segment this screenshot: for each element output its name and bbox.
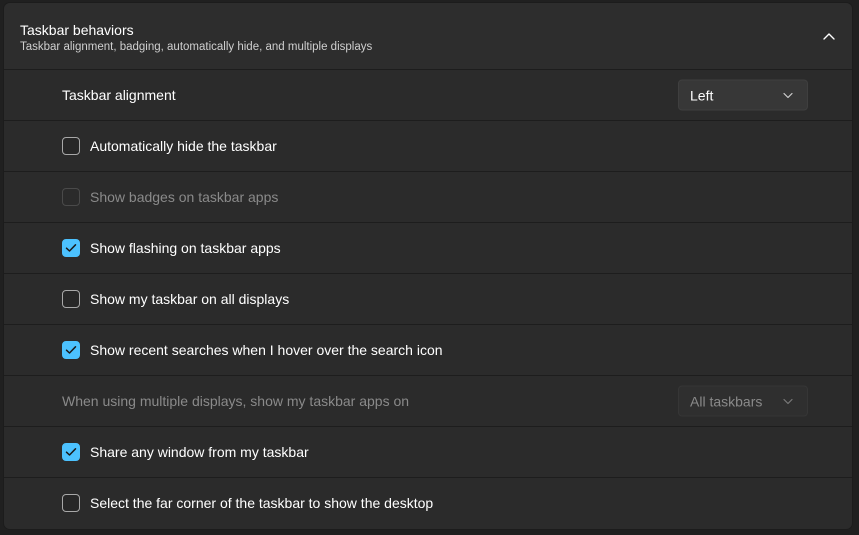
section-subtitle: Taskbar alignment, badging, automaticall… <box>20 41 373 53</box>
share-window-label: Share any window from my taskbar <box>90 444 309 460</box>
section-title: Taskbar behaviors <box>20 22 134 38</box>
checkbox-box <box>62 341 80 359</box>
multi-display-label: When using multiple displays, show my ta… <box>62 393 410 409</box>
badges-checkbox: Show badges on taskbar apps <box>62 188 278 206</box>
checkbox-box <box>62 188 80 206</box>
chevron-down-icon <box>783 398 793 404</box>
all-displays-label: Show my taskbar on all displays <box>90 291 290 307</box>
recent-searches-label: Show recent searches when I hover over t… <box>90 342 443 358</box>
recent-searches-checkbox[interactable]: Show recent searches when I hover over t… <box>62 341 443 359</box>
badges-row: Show badges on taskbar apps <box>4 172 852 223</box>
flashing-row: Show flashing on taskbar apps <box>4 223 852 274</box>
auto-hide-checkbox[interactable]: Automatically hide the taskbar <box>62 137 277 155</box>
checkbox-box <box>62 443 80 461</box>
taskbar-alignment-label: Taskbar alignment <box>62 87 176 103</box>
taskbar-alignment-dropdown[interactable]: Left <box>678 79 808 111</box>
auto-hide-label: Automatically hide the taskbar <box>90 138 277 154</box>
flashing-checkbox[interactable]: Show flashing on taskbar apps <box>62 239 281 257</box>
share-window-checkbox[interactable]: Share any window from my taskbar <box>62 443 309 461</box>
multi-display-row: When using multiple displays, show my ta… <box>4 376 852 427</box>
multi-display-value: All taskbars <box>690 393 763 409</box>
far-corner-label: Select the far corner of the taskbar to … <box>90 495 434 511</box>
all-displays-row: Show my taskbar on all displays <box>4 274 852 325</box>
auto-hide-row: Automatically hide the taskbar <box>4 121 852 172</box>
recent-searches-row: Show recent searches when I hover over t… <box>4 325 852 376</box>
chevron-up-icon <box>823 33 835 40</box>
flashing-label: Show flashing on taskbar apps <box>90 240 281 256</box>
far-corner-checkbox[interactable]: Select the far corner of the taskbar to … <box>62 494 433 512</box>
taskbar-alignment-row: Taskbar alignment Left <box>4 70 852 121</box>
taskbar-alignment-value: Left <box>690 87 714 103</box>
multi-display-dropdown: All taskbars <box>678 385 808 417</box>
far-corner-row: Select the far corner of the taskbar to … <box>4 478 852 528</box>
checkbox-box <box>62 290 80 308</box>
taskbar-behaviors-panel: Taskbar behaviors Taskbar alignment, bad… <box>4 3 852 529</box>
all-displays-checkbox[interactable]: Show my taskbar on all displays <box>62 290 289 308</box>
badges-label: Show badges on taskbar apps <box>90 189 279 205</box>
collapse-button[interactable] <box>814 21 844 51</box>
checkmark-icon <box>65 448 77 456</box>
checkbox-box <box>62 239 80 257</box>
checkmark-icon <box>65 346 77 354</box>
checkbox-box <box>62 494 80 512</box>
share-window-row: Share any window from my taskbar <box>4 427 852 478</box>
taskbar-behaviors-header[interactable]: Taskbar behaviors Taskbar alignment, bad… <box>4 3 852 70</box>
checkbox-box <box>62 137 80 155</box>
chevron-down-icon <box>783 92 793 98</box>
checkmark-icon <box>65 244 77 252</box>
